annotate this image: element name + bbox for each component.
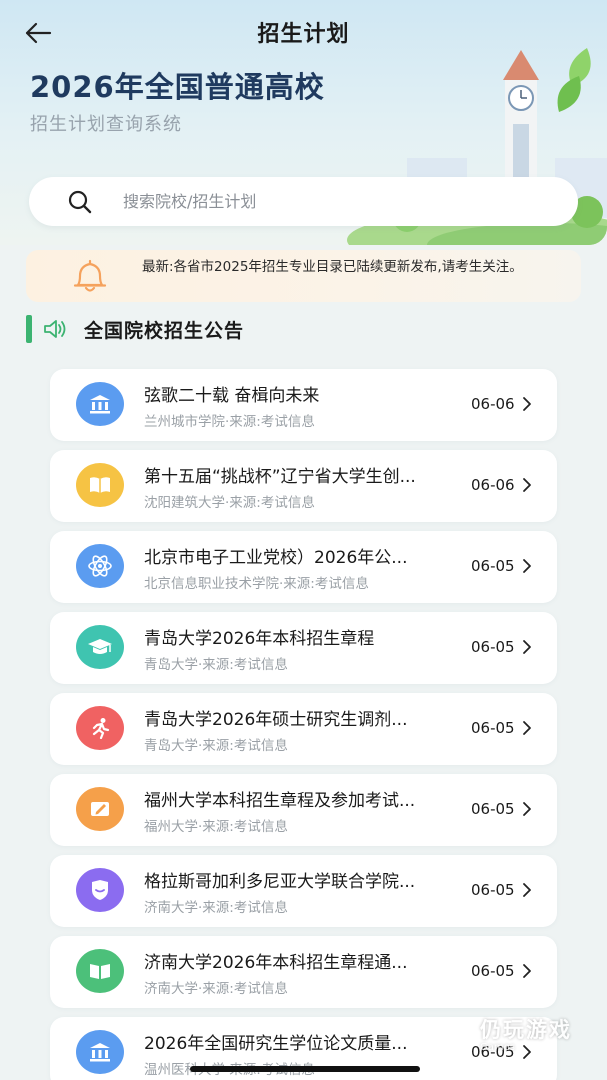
top-bar: 招生计划 <box>0 0 607 62</box>
announcement-meta: 北京信息职业技术学院·来源:考试信息 <box>144 576 369 592</box>
announcement-card[interactable]: 青岛大学2026年本科招生章程 青岛大学·来源:考试信息 06-05 <box>50 612 557 684</box>
announcement-title: 第十五届“挑战杯”辽宁省大学生创... <box>144 467 416 487</box>
chevron-right-icon <box>523 1045 531 1059</box>
announcement-date: 06-05 <box>471 800 515 818</box>
hero-subtitle: 招生计划查询系统 <box>30 114 182 135</box>
announcement-date: 06-05 <box>471 962 515 980</box>
announcement-card[interactable]: 青岛大学2026年硕士研究生调剂... 青岛大学·来源:考试信息 06-05 <box>50 693 557 765</box>
announcement-title: 弦歌二十载 奋楫向未来 <box>144 386 320 406</box>
announcement-title: 北京市电子工业党校）2026年公... <box>144 548 408 568</box>
announcement-date: 06-06 <box>471 476 515 494</box>
page-title: 招生计划 <box>257 22 350 47</box>
announcement-date: 06-05 <box>471 719 515 737</box>
speaker-icon <box>44 320 66 338</box>
announcement-date: 06-05 <box>471 1043 515 1061</box>
search-icon <box>68 190 92 213</box>
chevron-right-icon <box>523 478 531 492</box>
home-indicator[interactable] <box>190 1066 420 1072</box>
announcement-card[interactable]: 格拉斯哥加利多尼亚大学联合学院... 济南大学·来源:考试信息 06-05 <box>50 855 557 927</box>
announcement-meta: 福州大学·来源:考试信息 <box>144 819 288 835</box>
search-bar[interactable] <box>29 177 578 226</box>
shield-icon <box>76 868 124 912</box>
graduation-cap-icon <box>76 625 124 669</box>
chevron-right-icon <box>523 640 531 654</box>
announcement-card[interactable]: 济南大学2026年本科招生章程通... 济南大学·来源:考试信息 06-05 <box>50 936 557 1008</box>
announcement-title: 2026年全国研究生学位论文质量... <box>144 1034 408 1054</box>
announcement-date: 06-05 <box>471 881 515 899</box>
runner-icon <box>76 706 124 750</box>
announcement-title: 青岛大学2026年本科招生章程 <box>144 629 375 649</box>
search-input[interactable] <box>123 192 503 211</box>
announcement-card[interactable]: 福州大学本科招生章程及参加考试... 福州大学·来源:考试信息 06-05 <box>50 774 557 846</box>
announcement-date: 06-06 <box>471 395 515 413</box>
announcement-meta: 兰州城市学院·来源:考试信息 <box>144 414 315 430</box>
announcement-meta: 青岛大学·来源:考试信息 <box>144 738 288 754</box>
announcement-title: 青岛大学2026年硕士研究生调剂... <box>144 710 408 730</box>
bank-icon <box>76 382 124 426</box>
notice-text: 最新:各省市2025年招生专业目录已陆续更新发布,请考生关注。 <box>142 259 523 275</box>
chevron-right-icon <box>523 883 531 897</box>
announcement-meta: 青岛大学·来源:考试信息 <box>144 657 288 673</box>
chevron-right-icon <box>523 964 531 978</box>
notice-banner[interactable]: 最新:各省市2025年招生专业目录已陆续更新发布,请考生关注。 <box>26 250 581 302</box>
open-book-icon <box>76 949 124 993</box>
announcement-meta: 沈阳建筑大学·来源:考试信息 <box>144 495 315 511</box>
announcement-meta: 济南大学·来源:考试信息 <box>144 981 288 997</box>
announcement-title: 格拉斯哥加利多尼亚大学联合学院... <box>144 872 416 892</box>
chevron-right-icon <box>523 397 531 411</box>
announcement-card[interactable]: 第十五届“挑战杯”辽宁省大学生创... 沈阳建筑大学·来源:考试信息 06-06 <box>50 450 557 522</box>
hero-title: 2026年全国普通高校 <box>30 70 325 104</box>
announcement-title: 福州大学本科招生章程及参加考试... <box>144 791 416 811</box>
announcement-title: 济南大学2026年本科招生章程通... <box>144 953 408 973</box>
announcement-date: 06-05 <box>471 638 515 656</box>
chevron-right-icon <box>523 721 531 735</box>
announcement-card[interactable]: 弦歌二十载 奋楫向未来 兰州城市学院·来源:考试信息 06-06 <box>50 369 557 441</box>
section-accent-bar <box>26 315 32 343</box>
section-header: 全国院校招生公告 <box>26 314 426 344</box>
bell-icon <box>73 259 107 292</box>
edit-icon <box>76 787 124 831</box>
atom-icon <box>76 544 124 588</box>
section-title: 全国院校招生公告 <box>84 320 245 342</box>
bank-icon <box>76 1030 124 1074</box>
book-icon <box>76 463 124 507</box>
announcement-meta: 济南大学·来源:考试信息 <box>144 900 288 916</box>
announcement-card[interactable]: 北京市电子工业党校）2026年公... 北京信息职业技术学院·来源:考试信息 0… <box>50 531 557 603</box>
chevron-right-icon <box>523 802 531 816</box>
chevron-right-icon <box>523 559 531 573</box>
announcement-date: 06-05 <box>471 557 515 575</box>
